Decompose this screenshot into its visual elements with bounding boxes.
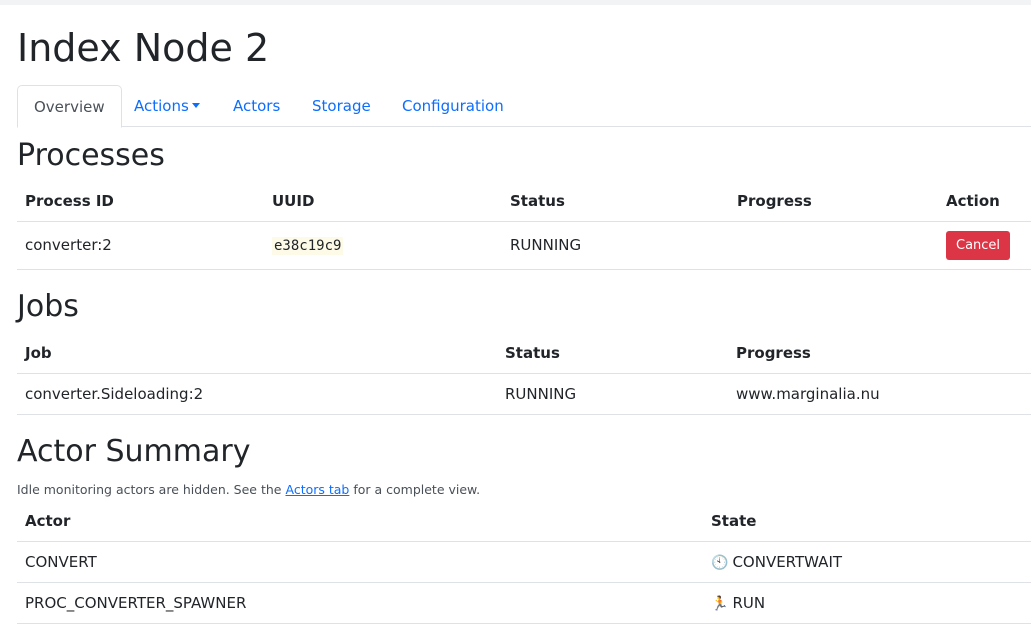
jobs-heading: Jobs <box>17 289 79 324</box>
uuid-cell: e38c19c9 <box>264 221 502 270</box>
actor-cell: PROC_CONVERTER_SPAWNER <box>17 582 703 624</box>
action-cell: Cancel <box>938 221 1031 270</box>
tab-storage[interactable]: Storage <box>296 85 387 127</box>
tab-configuration-label: Configuration <box>402 97 504 115</box>
processes-table: Process ID UUID Status Progress Action c… <box>17 181 1031 270</box>
table-row: PROC_CONVERTER_SPAWNER 🏃 RUN <box>17 582 1031 624</box>
actors-table: Actor State CONVERT 🕙 CONVERTWAIT PROC_CO… <box>17 501 1031 624</box>
jobs-table: Job Status Progress converter.Sideloadin… <box>17 333 1031 415</box>
column-header: Progress <box>728 333 1031 374</box>
page-title: Index Node 2 <box>17 26 270 70</box>
column-header: State <box>703 501 1031 542</box>
tab-actions[interactable]: Actions <box>118 85 216 127</box>
status-cell: RUNNING <box>502 221 729 270</box>
note-prefix: Idle monitoring actors are hidden. See t… <box>17 482 282 497</box>
tab-actors-label: Actors <box>233 97 281 115</box>
processes-heading: Processes <box>17 138 165 173</box>
column-header: Actor <box>17 501 703 542</box>
process-id-cell: converter:2 <box>17 221 264 270</box>
state-label: RUN <box>732 593 766 612</box>
running-person-icon: 🏃 <box>711 595 729 612</box>
nav-tabs: Overview Actions Actors Storage Configur… <box>17 85 1031 128</box>
progress-cell <box>729 221 938 270</box>
table-row: converter.Sideloading:2 RUNNING www.marg… <box>17 373 1031 415</box>
state-label: CONVERTWAIT <box>732 552 843 571</box>
column-header: Action <box>938 181 1031 222</box>
uuid-code: e38c19c9 <box>272 237 344 255</box>
column-header: Status <box>502 181 729 222</box>
tab-storage-label: Storage <box>312 97 371 115</box>
table-header-row: Actor State <box>17 501 1031 542</box>
actor-cell: CONVERT <box>17 541 703 583</box>
actors-tab-link[interactable]: Actors tab <box>285 482 349 497</box>
state-cell: 🕙 CONVERTWAIT <box>703 541 1031 583</box>
note-suffix: for a complete view. <box>353 482 481 497</box>
top-bar <box>0 0 1031 5</box>
caret-down-icon <box>191 102 200 108</box>
table-row: converter:2 e38c19c9 RUNNING Cancel <box>17 221 1031 270</box>
column-header: Status <box>497 333 728 374</box>
state-cell: 🏃 RUN <box>703 582 1031 624</box>
progress-cell: www.marginalia.nu <box>728 373 1031 415</box>
tab-overview[interactable]: Overview <box>17 85 122 128</box>
cancel-button[interactable]: Cancel <box>946 230 1011 260</box>
table-row: CONVERT 🕙 CONVERTWAIT <box>17 541 1031 583</box>
tab-actions-label: Actions <box>134 97 189 115</box>
column-header: Progress <box>729 181 938 222</box>
status-cell: RUNNING <box>497 373 728 415</box>
actors-note: Idle monitoring actors are hidden. See t… <box>17 482 480 497</box>
column-header: Job <box>17 333 497 374</box>
actor-summary-heading: Actor Summary <box>17 434 251 469</box>
table-header-row: Process ID UUID Status Progress Action <box>17 181 1031 222</box>
job-cell: converter.Sideloading:2 <box>17 373 497 415</box>
column-header: UUID <box>264 181 502 222</box>
column-header: Process ID <box>17 181 264 222</box>
tab-actors[interactable]: Actors <box>217 85 296 127</box>
clock-icon: 🕙 <box>711 554 729 571</box>
tab-configuration[interactable]: Configuration <box>386 85 520 127</box>
tab-overview-label: Overview <box>34 98 105 116</box>
table-header-row: Job Status Progress <box>17 333 1031 374</box>
